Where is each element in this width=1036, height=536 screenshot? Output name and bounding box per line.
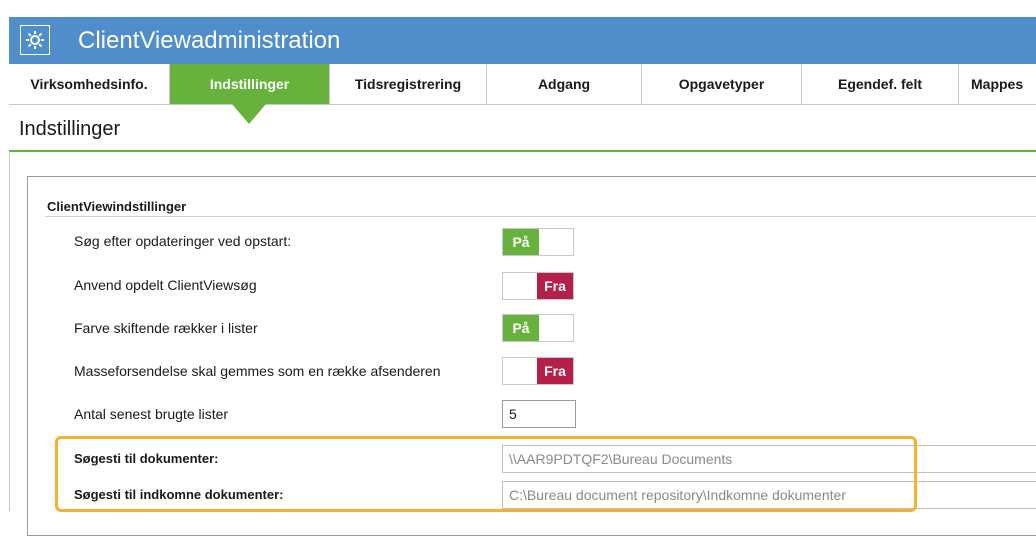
toggle-state: På — [503, 229, 539, 255]
tab-tidsregistrering[interactable]: Tidsregistrering — [330, 64, 487, 104]
setting-label-split-search: Anvend opdelt ClientViewsøg — [74, 277, 257, 293]
setting-label-alternating-rows: Farve skiftende rækker i lister — [74, 320, 258, 336]
tab-virksomhedsinfo[interactable]: Virksomhedsinfo. — [9, 64, 170, 104]
tab-indstillinger[interactable]: Indstillinger — [170, 64, 330, 104]
toggle-state: På — [503, 315, 539, 341]
toggle-check-updates[interactable]: På — [502, 228, 574, 256]
tab-opgavetyper[interactable]: Opgavetyper — [642, 64, 802, 104]
tab-adgang[interactable]: Adgang — [487, 64, 642, 104]
toggle-state: Fra — [537, 273, 573, 299]
window-title: ClientViewadministration — [78, 27, 341, 54]
active-tab-pointer — [232, 104, 266, 124]
group-title: ClientViewindstillinger — [47, 199, 187, 214]
group-divider — [45, 216, 1036, 217]
content-frame-border — [9, 152, 10, 511]
toggle-alternating-rows[interactable]: På — [502, 314, 574, 342]
tab-bar: Virksomhedsinfo. Indstillinger Tidsregis… — [9, 64, 1036, 105]
title-bar: ClientViewadministration — [9, 17, 1036, 64]
page-title: Indstillinger — [19, 118, 121, 140]
setting-label-check-updates: Søg efter opdateringer ved opstart: — [74, 233, 292, 249]
toggle-mass-mailing[interactable]: Fra — [502, 357, 574, 385]
toggle-state: Fra — [537, 358, 573, 384]
toggle-split-search[interactable]: Fra — [502, 272, 574, 300]
setting-label-recent-lists: Antal senest brugte lister — [74, 406, 229, 422]
highlight-box — [55, 436, 917, 512]
recent-lists-input[interactable]: 5 — [502, 400, 576, 428]
setting-label-mass-mailing: Masseforsendelse skal gemmes som en rækk… — [74, 363, 441, 379]
gear-icon — [20, 25, 50, 55]
tab-mappes[interactable]: Mappes — [959, 64, 1036, 104]
page-title-divider — [9, 150, 1036, 152]
tab-egendef-felt[interactable]: Egendef. felt — [802, 64, 959, 104]
